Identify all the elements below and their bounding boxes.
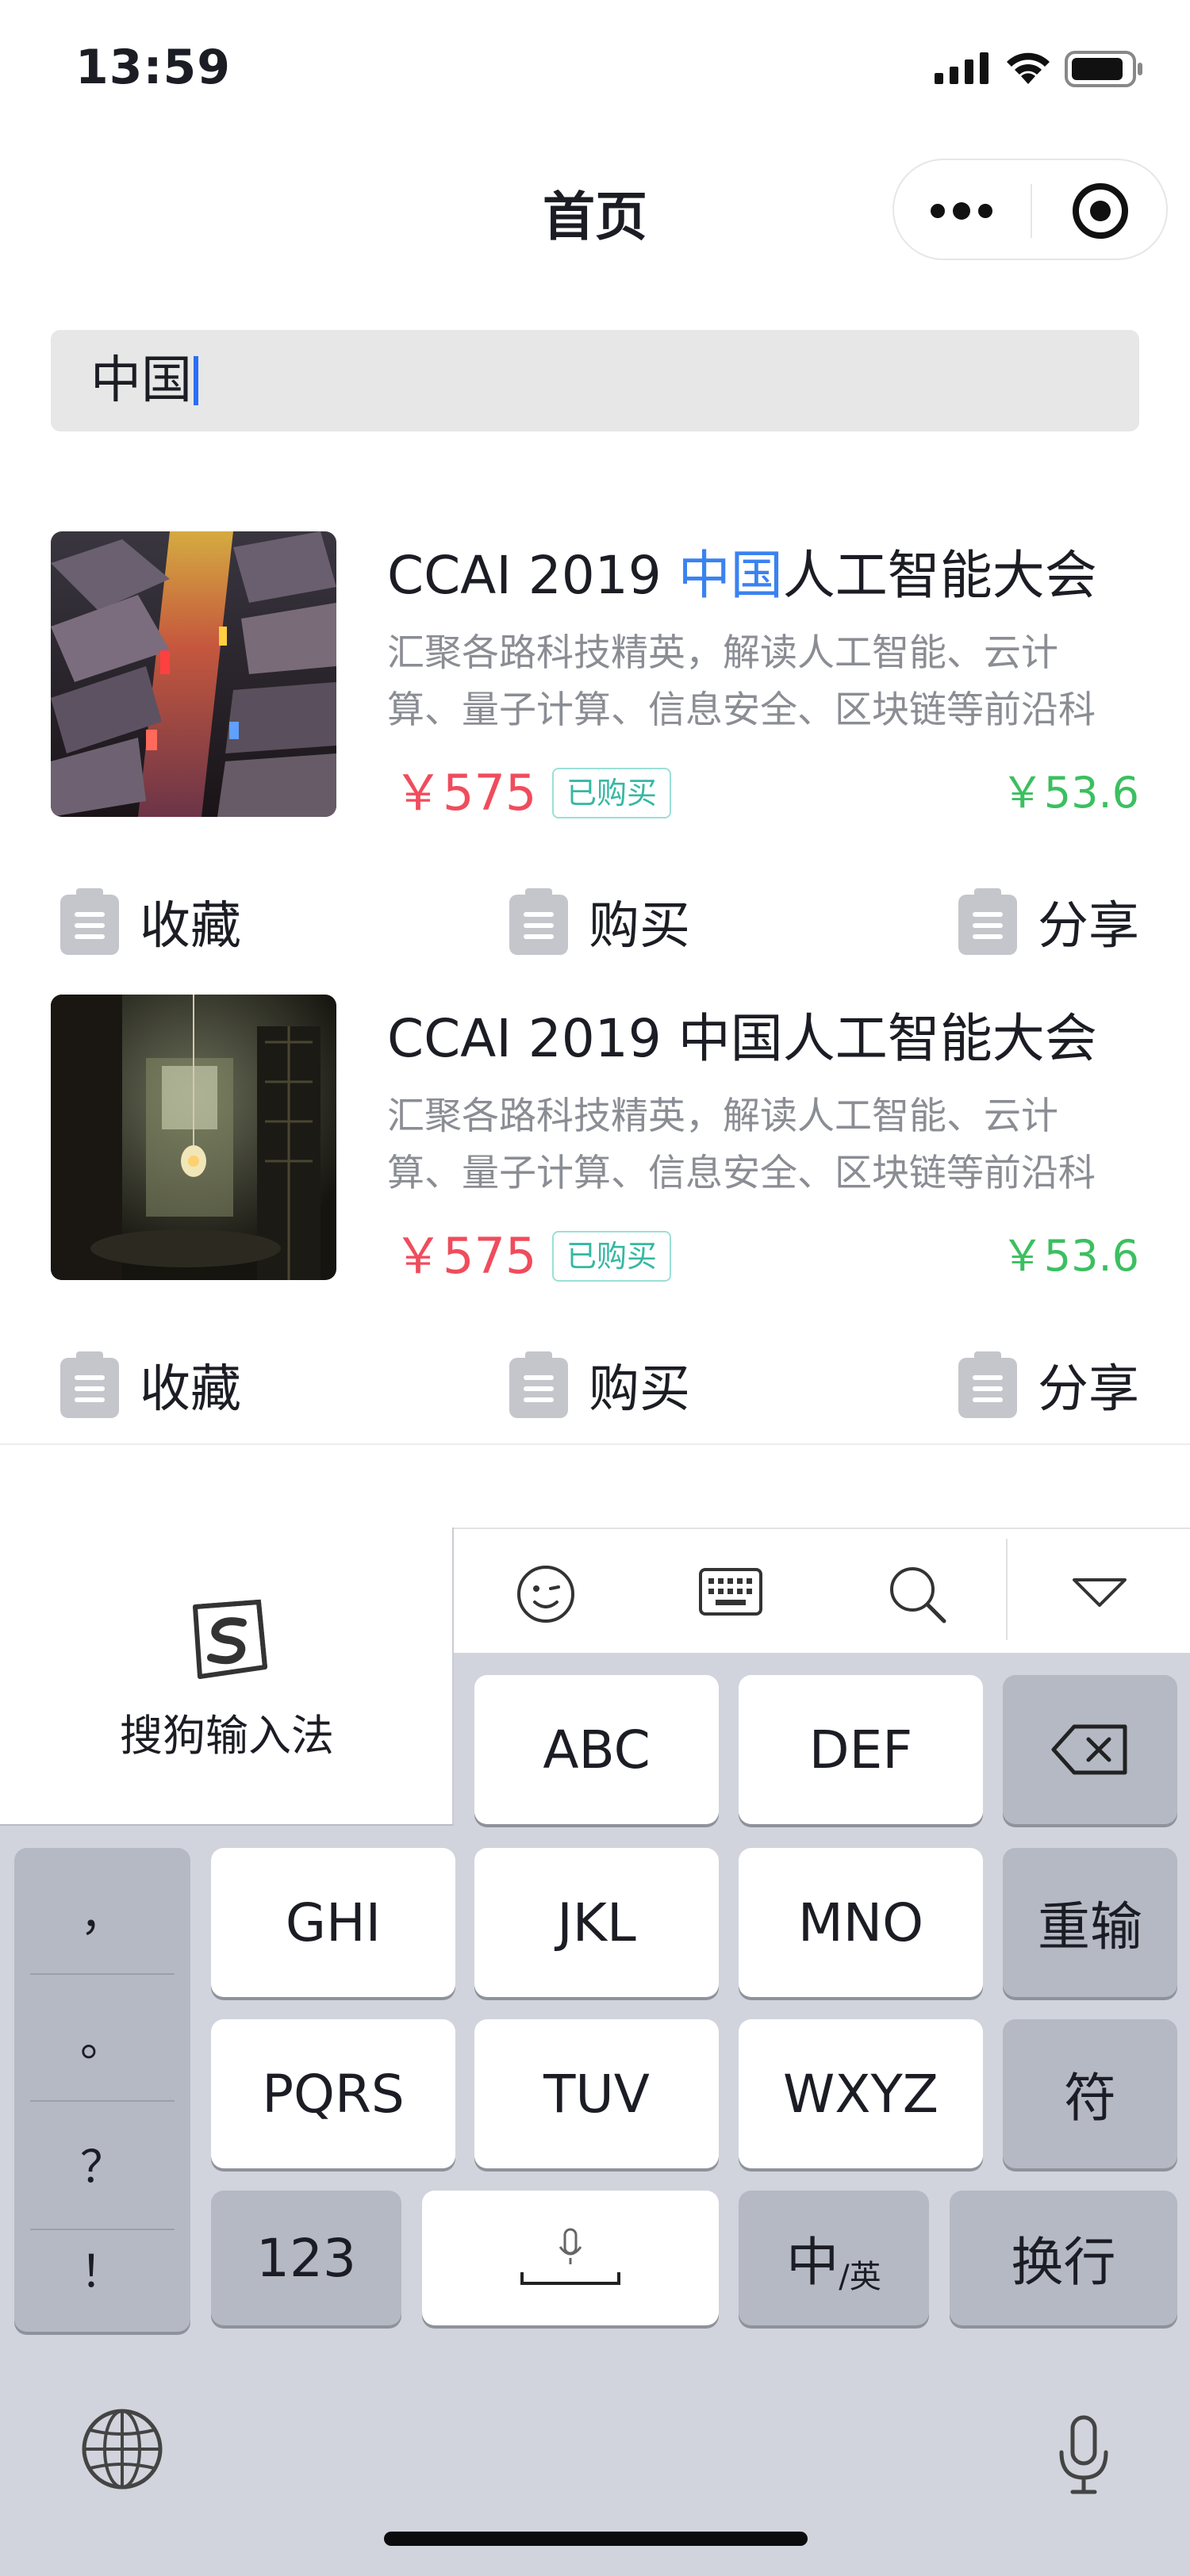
key-wxyz[interactable]: WXYZ bbox=[739, 2019, 983, 2168]
key-comma[interactable]: ， bbox=[14, 1848, 190, 1975]
clipboard-icon bbox=[60, 1351, 119, 1418]
product-price-secondary: ￥53.6 bbox=[1000, 1231, 1139, 1281]
punctuation-column[interactable]: ， 。 ？ ！ bbox=[14, 1848, 190, 2332]
status-bar: 13:59 bbox=[0, 0, 1190, 135]
more-options-icon[interactable] bbox=[930, 195, 993, 227]
product-image-village-night[interactable] bbox=[51, 531, 336, 817]
language-switch-key[interactable]: 中/英 bbox=[739, 2191, 929, 2325]
key-period[interactable]: 。 bbox=[14, 1973, 190, 2100]
clipboard-icon bbox=[958, 1351, 1017, 1418]
sogou-keyboard: 搜狗输入法 ABC DEF ， 。 ？ ！ GHI JKL MNO 重输 PQR… bbox=[0, 1528, 1190, 2576]
key-ghi[interactable]: GHI bbox=[211, 1848, 455, 1997]
product-price: ￥575 bbox=[393, 1227, 537, 1285]
buy-label: 购买 bbox=[589, 897, 690, 956]
search-input[interactable]: 中国 bbox=[51, 330, 1139, 431]
product-price: ￥575 bbox=[393, 764, 537, 822]
sogou-logo-icon bbox=[193, 1599, 267, 1679]
share-button[interactable]: 分享 bbox=[957, 882, 1139, 961]
reenter-key[interactable]: 重输 bbox=[1003, 1848, 1177, 1997]
search-icon[interactable] bbox=[885, 1562, 949, 1626]
ime-name: 搜狗输入法 bbox=[120, 1711, 334, 1761]
lang-sub-label: /英 bbox=[839, 2259, 881, 2295]
favorite-button[interactable]: 收藏 bbox=[59, 1345, 241, 1424]
space-key[interactable] bbox=[422, 2191, 719, 2325]
product-description: 汇聚各路科技精英，解读人工智能、云计 算、量子计算、信息安全、区块链等前沿科 bbox=[387, 1094, 1096, 1195]
product-title: CCAI 2019 中国人工智能大会 bbox=[387, 545, 1097, 606]
capsule-divider bbox=[1031, 184, 1032, 238]
lang-main-label: 中 bbox=[786, 2232, 839, 2293]
search-input-text: 中国 bbox=[90, 351, 198, 411]
numbers-key[interactable]: 123 bbox=[211, 2191, 401, 2325]
favorite-label: 收藏 bbox=[140, 1360, 241, 1419]
product-card[interactable]: CCAI 2019 中国人工智能大会 汇聚各路科技精英，解读人工智能、云计 算、… bbox=[0, 531, 1190, 995]
share-button[interactable]: 分享 bbox=[957, 1345, 1139, 1424]
favorite-label: 收藏 bbox=[140, 897, 241, 956]
microphone-icon[interactable] bbox=[1055, 2414, 1112, 2497]
search-highlight: 中国 bbox=[678, 545, 783, 606]
backspace-icon bbox=[1051, 1724, 1127, 1775]
status-time: 13:59 bbox=[75, 40, 231, 95]
newline-key[interactable]: 换行 bbox=[950, 2191, 1177, 2325]
ime-brand-panel[interactable]: 搜狗输入法 bbox=[0, 1528, 454, 1826]
emoji-icon[interactable] bbox=[514, 1562, 578, 1626]
key-tuv[interactable]: TUV bbox=[474, 2019, 719, 2168]
cellular-signal-icon bbox=[935, 52, 988, 84]
key-abc[interactable]: ABC bbox=[474, 1675, 719, 1824]
buy-button[interactable]: 购买 bbox=[508, 1345, 690, 1424]
symbols-key[interactable]: 符 bbox=[1003, 2019, 1177, 2168]
product-title: CCAI 2019 中国人工智能大会 bbox=[387, 1008, 1097, 1069]
clipboard-icon bbox=[509, 1351, 568, 1418]
product-price-secondary: ￥53.6 bbox=[1000, 768, 1139, 818]
text-caret bbox=[194, 356, 198, 405]
home-indicator[interactable] bbox=[384, 2532, 808, 2546]
list-divider bbox=[0, 1443, 1190, 1445]
backspace-key[interactable] bbox=[1003, 1675, 1177, 1824]
toolbar-divider bbox=[1006, 1539, 1008, 1640]
favorite-button[interactable]: 收藏 bbox=[59, 882, 241, 961]
product-description: 汇聚各路科技精英，解读人工智能、云计 算、量子计算、信息安全、区块链等前沿科 bbox=[387, 631, 1096, 732]
purchased-badge: 已购买 bbox=[552, 1231, 672, 1282]
search-query: 中国 bbox=[90, 351, 192, 410]
share-label: 分享 bbox=[1038, 897, 1139, 956]
key-pqrs[interactable]: PQRS bbox=[211, 2019, 455, 2168]
key-exclamation[interactable]: ！ bbox=[14, 2205, 190, 2332]
keyboard-icon[interactable] bbox=[698, 1567, 763, 1620]
key-def[interactable]: DEF bbox=[739, 1675, 983, 1824]
key-jkl[interactable]: JKL bbox=[474, 1848, 719, 1997]
purchased-badge: 已购买 bbox=[552, 768, 672, 818]
buy-button[interactable]: 购买 bbox=[508, 882, 690, 961]
product-image-lightbulb-room[interactable] bbox=[51, 995, 336, 1280]
key-mno[interactable]: MNO bbox=[739, 1848, 983, 1997]
battery-icon bbox=[1065, 51, 1142, 87]
clipboard-icon bbox=[509, 888, 568, 955]
globe-icon[interactable] bbox=[79, 2406, 165, 2492]
space-voice-icon bbox=[520, 2228, 620, 2285]
product-card[interactable]: CCAI 2019 中国人工智能大会 汇聚各路科技精英，解读人工智能、云计 算、… bbox=[0, 995, 1190, 1458]
clipboard-icon bbox=[60, 888, 119, 955]
buy-label: 购买 bbox=[589, 1360, 690, 1419]
close-mini-program-icon[interactable] bbox=[1070, 181, 1130, 241]
collapse-keyboard-icon[interactable] bbox=[1071, 1575, 1128, 1610]
clipboard-icon bbox=[958, 888, 1017, 955]
mini-program-capsule bbox=[892, 159, 1168, 260]
wifi-icon bbox=[1007, 52, 1050, 84]
share-label: 分享 bbox=[1038, 1360, 1139, 1419]
